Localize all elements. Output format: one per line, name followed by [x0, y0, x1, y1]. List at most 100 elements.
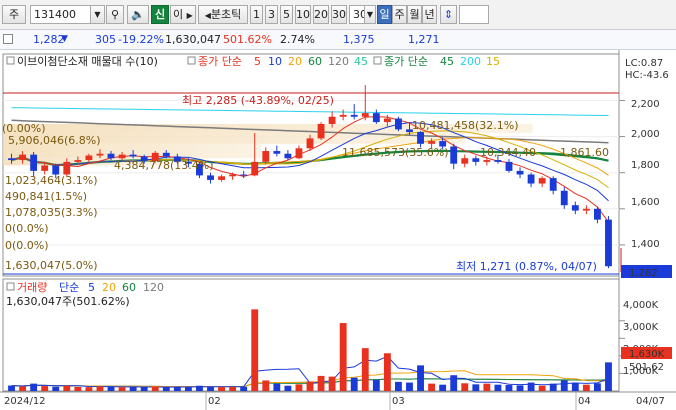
volume-bar — [505, 385, 513, 391]
interval-label: 3 — [268, 8, 275, 21]
legend-checkbox-icon[interactable] — [373, 56, 382, 65]
volume-bar — [395, 381, 402, 391]
candle-body — [483, 160, 491, 162]
volume-bar — [350, 377, 358, 391]
volume-bar — [560, 380, 568, 391]
volume-bar — [582, 384, 590, 391]
y-tick-1800: 1,800 — [631, 160, 660, 171]
x-tick-label: 04 — [578, 396, 591, 407]
interval-button-3[interactable]: 3 — [265, 5, 278, 24]
period-day-label: 일 — [379, 8, 390, 21]
market-label: 주 — [8, 8, 20, 21]
period-year-button[interactable]: 년 — [422, 5, 437, 24]
candle-body — [372, 113, 380, 123]
updown-arrow-icon: ⇕ — [443, 8, 454, 21]
candle-body — [41, 165, 49, 171]
period-week-label: 주 — [394, 8, 405, 21]
volume-ma-5: 5 — [88, 281, 95, 294]
volume-bar — [372, 379, 380, 391]
volume-value: 1,630,047 — [165, 33, 221, 46]
volume-bar — [450, 375, 458, 391]
volume-bar — [229, 386, 237, 391]
y-tick-1400: 1,400 — [631, 239, 660, 250]
code-dropdown-button[interactable]: ▼ — [90, 5, 105, 24]
candle-body — [129, 154, 137, 157]
stock-code-input[interactable]: 131400 — [30, 5, 92, 24]
candle-body — [74, 160, 82, 162]
volume-bar — [140, 387, 148, 391]
ma-period-120: 120 — [328, 55, 349, 68]
vp-label: 1,078,035(3.3%) — [5, 206, 98, 219]
stock-chart[interactable]: 이브이첨단소재 매물대 수(10) 종가 단순 5 10 20 60 120 4… — [0, 50, 676, 410]
interval-button-30[interactable]: 30 — [331, 5, 347, 24]
candle-body — [383, 118, 391, 123]
volume-bar — [107, 386, 115, 391]
mode-new-button[interactable]: 신 — [151, 5, 169, 24]
interval-label: 30 — [332, 8, 346, 21]
vp-label: 0(0.0%) — [5, 239, 49, 252]
period-month-label: 월 — [409, 8, 420, 21]
ma2-legend-label: 종가 단순 — [384, 55, 428, 68]
market-selector[interactable]: 주 — [2, 5, 26, 24]
vp-label: 0(0.0%) — [5, 222, 49, 235]
vp-label: 10,481,458(32.1%) — [412, 119, 519, 132]
candle-body — [273, 151, 281, 154]
checkbox-icon[interactable] — [3, 34, 13, 44]
volume-legend-checkbox-icon[interactable] — [6, 282, 15, 291]
legend-checkbox-icon[interactable] — [6, 56, 15, 65]
volume-bar — [251, 309, 259, 391]
candle-body — [251, 161, 259, 176]
scroll-updown-button[interactable]: ⇕ — [440, 5, 457, 24]
candle-body — [218, 176, 225, 180]
interval-button-1[interactable]: 1 — [250, 5, 263, 24]
volume-bar — [527, 382, 535, 391]
volume-ratio: 501.62% — [223, 33, 272, 46]
candle-body — [527, 174, 535, 184]
mode-same-button[interactable]: 이 ▶ — [170, 5, 196, 24]
search-icon: ⚲ — [110, 8, 120, 21]
volume-ma-60: 60 — [122, 281, 136, 294]
speaker-button[interactable]: 🔈 — [127, 5, 149, 24]
interval-label: 1 — [253, 8, 260, 21]
period-week-button[interactable]: 주 — [392, 5, 407, 24]
volume-ma-120: 120 — [143, 281, 164, 294]
x-tick-label: 2024/12 — [4, 396, 46, 407]
candle-body — [538, 178, 546, 184]
interval-dropdown-button[interactable]: ▼ — [364, 5, 376, 24]
candle-body — [207, 175, 214, 180]
vp-label: 10,344,40 — [480, 146, 536, 159]
volume-bar — [295, 384, 303, 391]
count-input[interactable] — [459, 5, 489, 24]
candle-body — [417, 132, 424, 144]
vol-tick-3000k: 3,000K — [623, 322, 659, 333]
volume-bar — [549, 383, 557, 391]
interval-button-5[interactable]: 5 — [280, 5, 293, 24]
open-price: 1,375 — [343, 33, 375, 46]
candle-body — [328, 116, 336, 124]
volume-bar — [63, 385, 71, 391]
candle-body — [85, 155, 93, 161]
down-triangle-icon: ▼ — [61, 34, 68, 44]
period-month-button[interactable]: 월 — [407, 5, 422, 24]
mode-new-label: 신 — [154, 8, 166, 21]
candle-body — [516, 170, 524, 175]
speaker-icon: 🔈 — [131, 8, 145, 21]
y-tick-1600: 1,600 — [631, 197, 660, 208]
period-day-button[interactable]: 일 — [377, 5, 392, 24]
volume-bar — [19, 386, 27, 391]
volume-ma-label: 단순 — [59, 281, 79, 294]
candle-body — [395, 118, 402, 130]
interval-button-20[interactable]: 20 — [313, 5, 329, 24]
volume-bar — [184, 387, 192, 391]
search-button[interactable]: ⚲ — [106, 5, 124, 24]
period-tick-button[interactable]: ◀분초틱 — [198, 5, 248, 24]
x-tick-label: 02 — [208, 396, 221, 407]
legend-checkbox-icon[interactable] — [187, 56, 196, 65]
volume-bar — [262, 380, 270, 391]
volume-bar — [96, 386, 104, 391]
interval-label: 20 — [314, 8, 328, 21]
vp-label: 490,841(1.5%) — [5, 190, 87, 203]
vol-tick-4000k: 4,000K — [623, 300, 659, 311]
vp-label: 5,906,046(6.8%) — [8, 134, 101, 147]
interval-button-10[interactable]: 10 — [295, 5, 311, 24]
